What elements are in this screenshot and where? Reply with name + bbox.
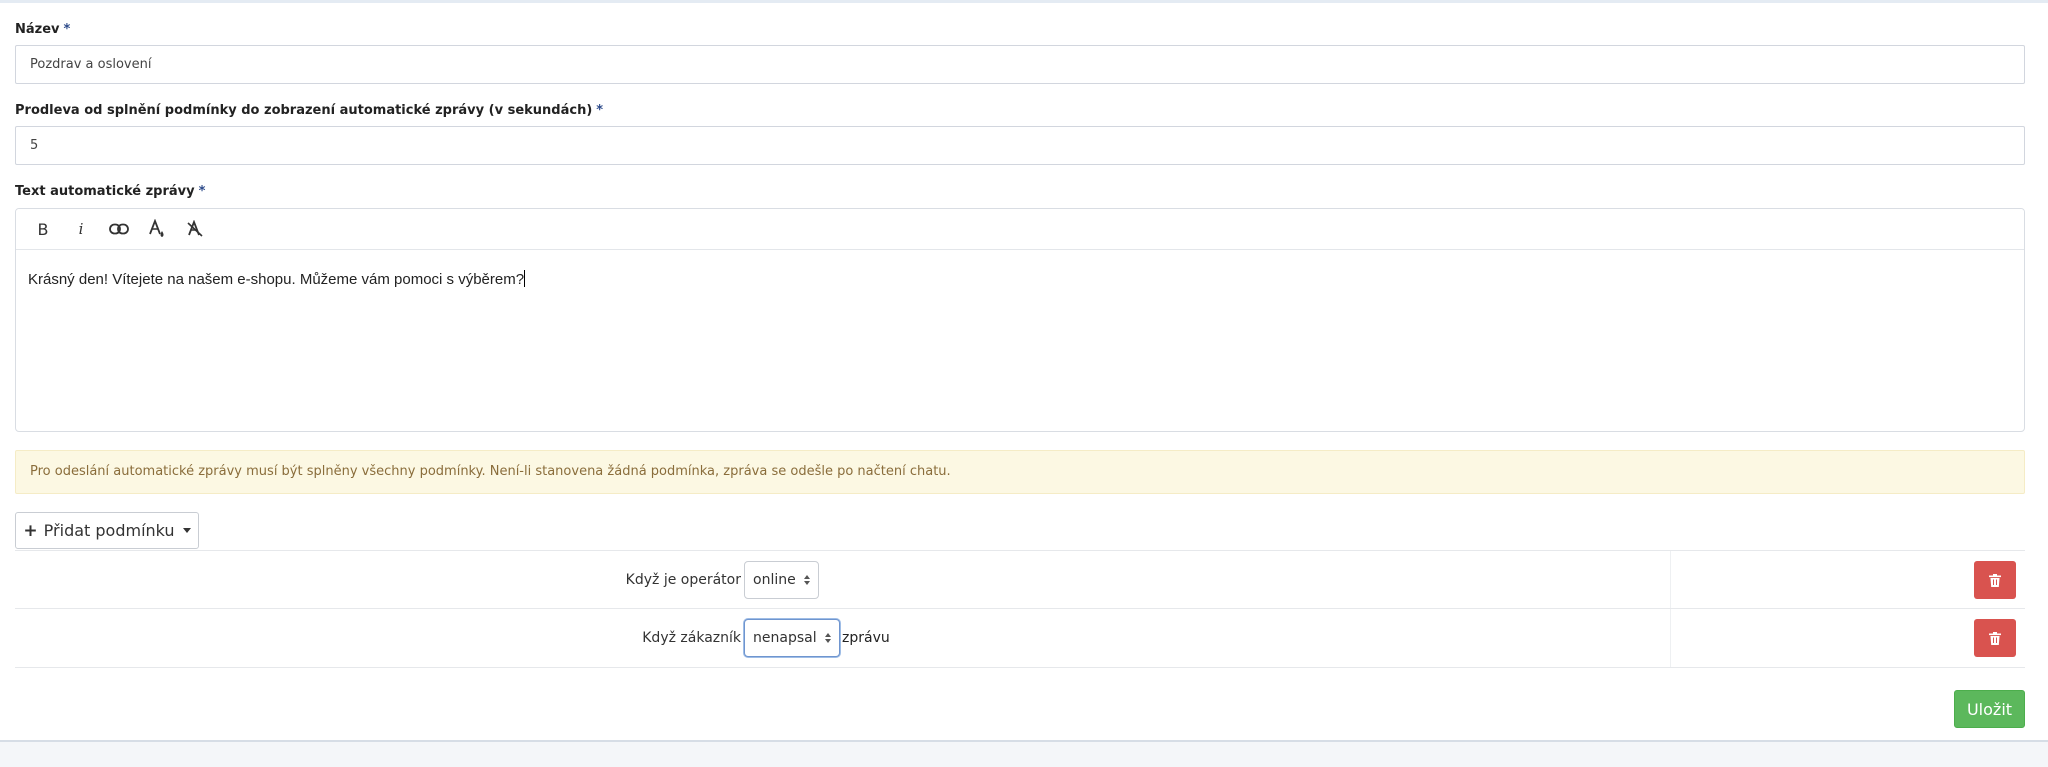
clear-format-button[interactable] [176,214,214,244]
message-editor: B i Krásný den! Vítejete na našem e-shop… [15,208,2025,432]
delay-input[interactable]: 5 [15,126,2025,165]
customer-message-select[interactable]: nenapsal [744,619,840,657]
condition-label: Když je operátor [625,572,741,588]
editor-text: Krásný den! Vítejete na našem e-shopu. M… [28,271,525,288]
name-input[interactable]: Pozdrav a oslovení [15,45,2025,84]
delete-condition-button[interactable] [1974,619,2016,657]
name-label: Název * [15,22,70,37]
delay-label-text: Prodleva od splnění podmínky do zobrazen… [15,103,593,118]
delay-label: Prodleva od splnění podmínky do zobrazen… [15,103,603,118]
link-icon [109,223,129,235]
select-arrows-icon [803,575,810,585]
row-divider [1670,609,1671,667]
message-label-text: Text automatické zprávy [15,184,195,199]
italic-icon: i [78,220,84,238]
text-caret [524,270,526,287]
select-value: nenapsal [753,630,817,646]
condition-row: Když je operátor online [15,550,2025,609]
condition-row: Když zákazník nenapsal zprávu [15,608,2025,668]
italic-button[interactable]: i [62,214,100,244]
add-condition-button[interactable]: + Přidat podmínku [15,512,199,549]
select-arrows-icon [824,633,831,643]
text-color-icon [149,219,164,237]
name-label-text: Název [15,22,60,37]
condition-suffix: zprávu [842,630,890,646]
delete-condition-button[interactable] [1974,561,2016,599]
row-divider [1670,551,1671,609]
bold-icon: B [37,219,49,239]
caret-down-icon [182,528,191,533]
required-mark: * [596,103,604,118]
form-panel: Název * Pozdrav a oslovení Prodleva od sp… [0,0,2048,742]
plus-icon: + [23,520,38,541]
bold-button[interactable]: B [24,214,62,244]
add-condition-label: Přidat podmínku [43,521,175,540]
conditions-info-alert: Pro odeslání automatické zprávy musí být… [15,450,2025,494]
condition-label: Když zákazník [642,630,741,646]
editor-content[interactable]: Krásný den! Vítejete na našem e-shopu. M… [16,250,2024,308]
trash-icon [1989,573,2001,587]
operator-status-select[interactable]: online [744,561,819,599]
editor-toolbar: B i [16,209,2024,250]
text-color-button[interactable] [138,214,176,244]
trash-icon [1989,631,2001,645]
clear-format-icon [187,220,203,237]
required-mark: * [198,184,206,199]
select-value: online [753,572,796,588]
save-button[interactable]: Uložit [1954,690,2025,728]
message-label: Text automatické zprávy * [15,184,205,199]
required-mark: * [63,22,71,37]
link-button[interactable] [100,214,138,244]
